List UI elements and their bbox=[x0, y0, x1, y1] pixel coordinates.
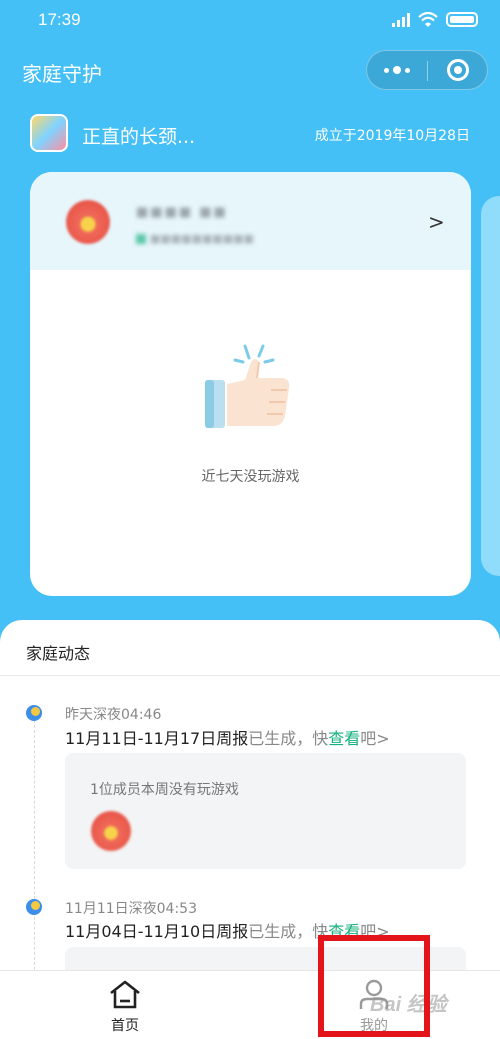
timeline-line bbox=[34, 720, 35, 980]
member-subtitle: ■■■■■■■■■■ bbox=[136, 232, 254, 245]
highlight-box bbox=[318, 935, 430, 1037]
feed-title: 家庭动态 bbox=[26, 644, 91, 663]
member-avatar bbox=[91, 811, 131, 851]
thumbs-up-icon bbox=[205, 340, 295, 430]
report-range: 11月04日-11月10日周报 bbox=[65, 922, 249, 941]
wifi-icon bbox=[418, 12, 438, 27]
member-name: ■■■■ ■■ bbox=[136, 205, 228, 220]
family-avatar[interactable] bbox=[30, 114, 68, 152]
more-icon[interactable] bbox=[367, 51, 427, 89]
chevron-right-icon[interactable]: > bbox=[428, 210, 445, 234]
page-title: 家庭守护 bbox=[22, 62, 102, 86]
member-avatar bbox=[66, 200, 110, 244]
report-summary-box[interactable]: 1位成员本周没有玩游戏 bbox=[65, 753, 466, 869]
feed-divider bbox=[0, 675, 500, 676]
mini-program-capsule bbox=[366, 50, 488, 90]
status-time: 17:39 bbox=[38, 10, 81, 29]
tab-home-label: 首页 bbox=[111, 1018, 139, 1034]
report-range: 11月11日-11月17日周报 bbox=[65, 729, 249, 748]
family-founded-date: 成立于2019年10月28日 bbox=[314, 128, 470, 144]
no-games-message: 近七天没玩游戏 bbox=[201, 469, 300, 485]
feed-report-line[interactable]: 11月11日-11月17日周报已生成，快查看吧> bbox=[65, 725, 390, 749]
close-icon[interactable] bbox=[447, 59, 469, 81]
status-bar: 17:39 bbox=[0, 0, 500, 42]
feed-time: 昨天深夜04:46 bbox=[65, 707, 162, 723]
feed-time: 11月11日深夜04:53 bbox=[65, 901, 197, 917]
capsule-divider bbox=[427, 61, 428, 81]
battery-icon bbox=[446, 12, 478, 27]
view-report-link[interactable]: 查看 bbox=[328, 729, 360, 748]
member-card: ■■■■ ■■ ■■■■■■■■■■ > 近七天没玩游戏 bbox=[30, 172, 471, 596]
tab-home[interactable]: 首页 bbox=[65, 971, 185, 1039]
chevron-right-icon: > bbox=[376, 729, 390, 748]
moon-icon bbox=[26, 705, 42, 721]
family-name[interactable]: 正直的长颈... bbox=[82, 122, 195, 149]
home-icon bbox=[110, 980, 140, 1009]
signal-icon bbox=[392, 12, 410, 27]
report-summary-text: 1位成员本周没有玩游戏 bbox=[90, 782, 239, 798]
moon-icon bbox=[26, 899, 42, 915]
family-header: 正直的长颈... 成立于2019年10月28日 bbox=[30, 114, 470, 154]
next-member-card-peek[interactable] bbox=[481, 196, 500, 576]
member-header[interactable]: ■■■■ ■■ ■■■■■■■■■■ > bbox=[30, 172, 471, 270]
